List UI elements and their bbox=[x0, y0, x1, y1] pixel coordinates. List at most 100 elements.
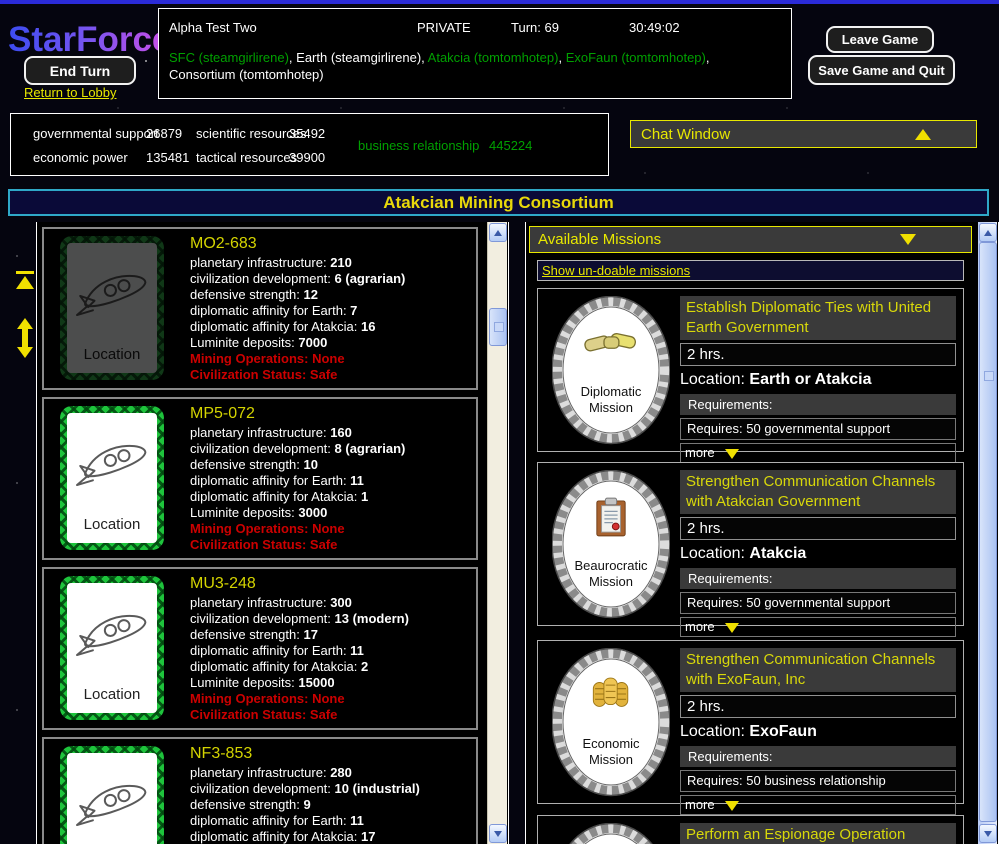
stat-value: 135481 bbox=[146, 150, 189, 165]
game-clock: 30:49:02 bbox=[629, 20, 680, 35]
available-missions-title: Available Missions bbox=[538, 231, 661, 248]
mission-duration: 2 hrs. bbox=[680, 343, 956, 366]
mission-title: Establish Diplomatic Ties with United Ea… bbox=[680, 296, 956, 340]
stat-value: 17 bbox=[303, 627, 317, 642]
location-card[interactable]: LocationMP5-072planetary infrastructure:… bbox=[42, 397, 478, 560]
location-card[interactable]: Location MO2-683planetary infrastructure:… bbox=[42, 227, 478, 390]
show-undoable-missions-link[interactable]: Show un-doable missions bbox=[537, 260, 964, 281]
save-game-quit-button[interactable]: Save Game and Quit bbox=[808, 55, 955, 85]
scroll-down-button[interactable] bbox=[979, 824, 997, 843]
mission-badge: Beaurocratic Mission bbox=[552, 470, 670, 619]
location-art-label: Location bbox=[67, 346, 157, 363]
stat-label: planetary infrastructure: bbox=[190, 255, 330, 270]
available-missions-header[interactable]: Available Missions bbox=[529, 226, 972, 253]
location-card[interactable]: Location MU3-248planetary infrastructure:… bbox=[42, 567, 478, 730]
location-card-art: Location bbox=[60, 236, 164, 380]
rocket-icon: Location bbox=[67, 583, 157, 713]
location-stat-row: civilization development: 10 (industrial… bbox=[190, 781, 470, 797]
mission-requirements-header: Requirements: bbox=[680, 746, 956, 767]
stat-value: Safe bbox=[310, 707, 337, 722]
stat-label: diplomatic affinity for Earth: bbox=[190, 473, 350, 488]
scroll-down-button[interactable] bbox=[489, 824, 507, 843]
location-card-info: MU3-248planetary infrastructure: 300civi… bbox=[190, 575, 470, 723]
location-card-info: MO2-683planetary infrastructure: 210civi… bbox=[190, 235, 470, 383]
mission-location-value: Atakcia bbox=[749, 545, 806, 562]
mission-requirement: Requires: 50 business relationship bbox=[680, 770, 956, 792]
stat-value: 15000 bbox=[298, 675, 334, 690]
location-stat-row: diplomatic affinity for Earth: 11 bbox=[190, 473, 470, 489]
more-label: more bbox=[685, 619, 715, 634]
stat-value: 11 bbox=[350, 643, 364, 658]
mission-location-label: Location: bbox=[680, 723, 749, 740]
resize-updown-icon[interactable] bbox=[17, 318, 33, 358]
players-list: SFC (steamgirlirene), Earth (steamgirlir… bbox=[169, 49, 769, 83]
stat-label: Luminite deposits: bbox=[190, 675, 298, 690]
leave-game-button[interactable]: Leave Game bbox=[826, 26, 934, 53]
mission-card-body: Strengthen Communication Channels with E… bbox=[680, 648, 956, 815]
scrollbar-grip bbox=[984, 371, 994, 381]
mission-badge bbox=[552, 823, 670, 844]
stat-label: Luminite deposits: bbox=[190, 335, 298, 350]
mission-card[interactable]: Diplomatic MissionEstablish Diplomatic T… bbox=[537, 288, 964, 452]
return-to-lobby-link[interactable]: Return to Lobby bbox=[24, 85, 117, 100]
chevron-down-icon bbox=[984, 831, 992, 837]
stat-label: civilization development: bbox=[190, 271, 335, 286]
stat-value: 210 bbox=[330, 255, 352, 270]
stat-value: 35492 bbox=[289, 126, 325, 141]
stat-label: Luminite deposits: bbox=[190, 505, 298, 520]
location-stat-row: Luminite deposits: 7000 bbox=[190, 335, 470, 351]
mission-location-label: Location: bbox=[680, 371, 749, 388]
mission-location: Location: Atakcia bbox=[680, 543, 956, 565]
stat-value: Safe bbox=[310, 537, 337, 552]
scrollbar-thumb[interactable] bbox=[489, 308, 507, 346]
location-card-title: MU3-248 bbox=[190, 575, 470, 595]
stat-value: 7000 bbox=[298, 335, 327, 350]
stat-label: diplomatic affinity for Atakcia: bbox=[190, 829, 361, 844]
mission-card[interactable]: Economic MissionStrengthen Communication… bbox=[537, 640, 964, 804]
clipboard-icon bbox=[552, 496, 670, 538]
player-name: , bbox=[558, 50, 565, 65]
stat-label: defensive strength: bbox=[190, 457, 303, 472]
location-stat-row: civilization development: 6 (agrarian) bbox=[190, 271, 470, 287]
location-stat-row: diplomatic affinity for Atakcia: 17 bbox=[190, 829, 470, 844]
jump-to-top-icon[interactable] bbox=[16, 271, 34, 289]
location-stat-row: diplomatic affinity for Earth: 11 bbox=[190, 813, 470, 829]
location-card-info: NF3-853planetary infrastructure: 280civi… bbox=[190, 745, 470, 844]
stat-label: Civilization Status: bbox=[190, 367, 310, 382]
game-info-box: Alpha Test Two PRIVATE Turn: 69 30:49:02… bbox=[158, 8, 792, 99]
handshake-icon bbox=[552, 322, 670, 364]
rocket-icon: Location bbox=[67, 413, 157, 543]
mission-requirement: Requires: 50 governmental support bbox=[680, 592, 956, 614]
locations-panel: Location MO2-683planetary infrastructure:… bbox=[36, 222, 509, 844]
mission-title: Perform an Espionage Operation bbox=[680, 823, 956, 844]
stat-value: 7 bbox=[350, 303, 357, 318]
mission-card[interactable]: Perform an Espionage OperationLocation: … bbox=[537, 815, 964, 844]
stat-value: 16 bbox=[361, 319, 375, 334]
stat-label: civilization development: bbox=[190, 781, 335, 796]
mission-more-button[interactable]: more bbox=[680, 795, 956, 815]
locations-scrollbar[interactable] bbox=[487, 222, 507, 844]
stat-value: 12 bbox=[303, 287, 317, 302]
player-name: Atakcia (tomtomhotep) bbox=[428, 50, 559, 65]
mission-duration: 2 hrs. bbox=[680, 517, 956, 540]
location-card[interactable]: LocationNF3-853planetary infrastructure:… bbox=[42, 737, 478, 844]
scroll-up-button[interactable] bbox=[489, 223, 507, 242]
location-stat-row: planetary infrastructure: 280 bbox=[190, 765, 470, 781]
resources-panel: governmental support 26879 economic powe… bbox=[10, 113, 609, 176]
scrollbar-thumb[interactable] bbox=[979, 242, 997, 822]
mission-more-button[interactable]: more bbox=[680, 617, 956, 637]
collapse-down-icon[interactable] bbox=[900, 234, 916, 245]
mission-more-button[interactable]: more bbox=[680, 443, 956, 463]
scroll-up-button[interactable] bbox=[979, 223, 997, 242]
mission-duration: 2 hrs. bbox=[680, 695, 956, 718]
mission-badge-label: Beaurocratic Mission bbox=[566, 558, 656, 590]
location-stat-row: civilization development: 8 (agrarian) bbox=[190, 441, 470, 457]
mission-card-body: Strengthen Communication Channels with A… bbox=[680, 470, 956, 637]
missions-scrollbar[interactable] bbox=[978, 222, 997, 844]
turn-counter: Turn: 69 bbox=[511, 20, 559, 35]
end-turn-button[interactable]: End Turn bbox=[24, 56, 136, 85]
mission-card[interactable]: Beaurocratic MissionStrengthen Communica… bbox=[537, 462, 964, 626]
stat-label: planetary infrastructure: bbox=[190, 765, 330, 780]
collapse-up-icon[interactable] bbox=[915, 129, 931, 140]
chat-window-header[interactable]: Chat Window bbox=[630, 120, 977, 148]
